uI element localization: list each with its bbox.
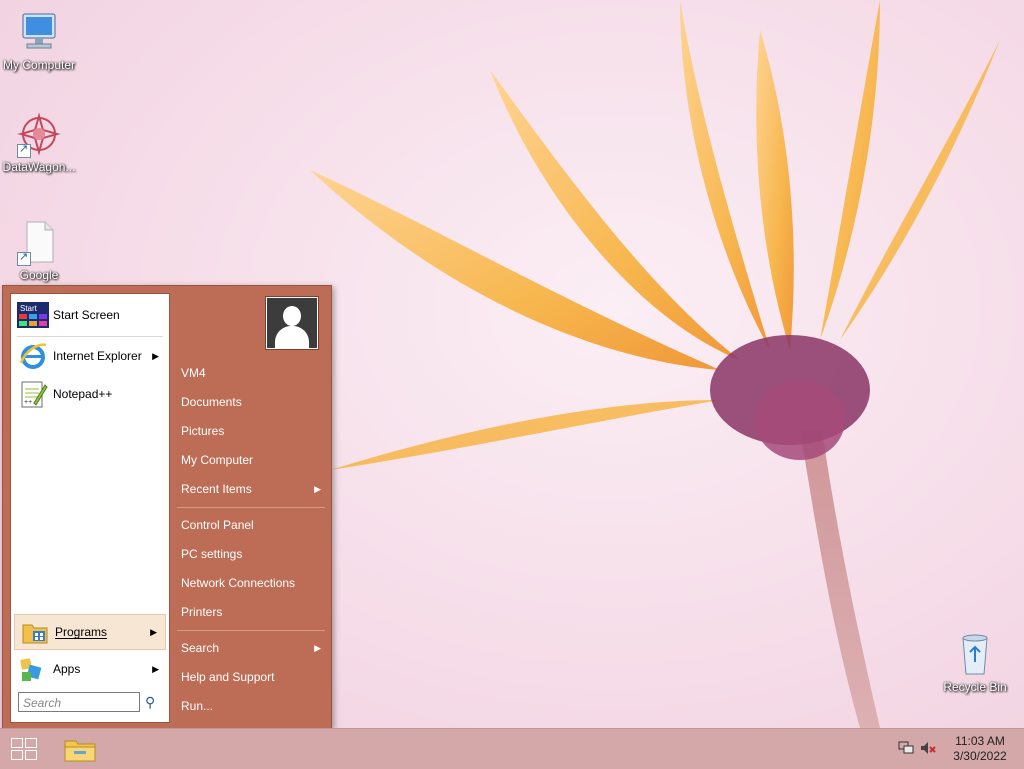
start-menu-search-input[interactable]: Search [18,692,140,712]
notepad-plus-plus-label: Notepad++ [53,387,113,401]
computer-icon [15,8,63,56]
start-menu-link-recent-items[interactable]: Recent Items ▶ [181,477,327,501]
chevron-right-icon: ▶ [314,643,321,653]
taskbar-clock[interactable]: 11:03 AM 3/30/2022 [948,734,1012,764]
start-menu-link-my-computer[interactable]: My Computer [181,448,327,472]
start-screen-label: Start Screen [53,308,120,322]
chevron-right-icon: ▶ [314,484,321,494]
start-menu-link-pictures[interactable]: Pictures [181,419,327,443]
user-avatar[interactable] [265,296,319,350]
separator [177,507,325,508]
start-menu-right-pane: VM4 Documents Pictures My Computer Recen… [173,286,331,728]
svg-text:++: ++ [24,399,32,406]
chevron-right-icon: ▶ [150,626,157,637]
desktop-icon-google[interactable]: Google [0,218,78,282]
internet-explorer-label: Internet Explorer [53,349,142,363]
desktop-icon-label: Google [19,268,59,282]
desktop-icon-label: My Computer [2,58,76,72]
start-menu-item-internet-explorer[interactable]: Internet Explorer ▶ [13,339,167,373]
apps-label: Apps [53,662,81,676]
start-menu-link-help-and-support[interactable]: Help and Support [181,665,327,689]
shortcut-arrow-icon [17,142,31,158]
start-menu-link-printers[interactable]: Printers [181,600,327,624]
separator [177,630,325,631]
start-button[interactable] [10,737,38,761]
programs-folder-icon [19,616,51,648]
notepad-plus-plus-icon: ++ [17,378,49,410]
start-menu-item-programs[interactable]: Programs ▶ [14,614,166,650]
apps-icon [17,653,49,685]
taskbar-file-explorer-button[interactable] [62,733,98,765]
start-menu-link-documents[interactable]: Documents [181,390,327,414]
datawagon-icon [15,110,63,158]
shortcut-arrow-icon [17,250,31,266]
start-menu-left-pane: Start Start Screen Internet Explorer ▶ +… [10,293,170,723]
start-menu-link-search[interactable]: Search ▶ [181,636,327,660]
desktop-icon-label: DataWagon... [2,160,76,174]
start-menu-link-vm4[interactable]: VM4 [181,361,327,385]
start-menu-item-start-screen[interactable]: Start Start Screen [13,298,167,332]
svg-text:Start: Start [20,304,38,313]
chevron-right-icon: ▶ [152,350,159,361]
volume-muted-tray-icon[interactable] [920,741,938,755]
chevron-right-icon: ▶ [152,663,159,674]
start-screen-icon: Start [17,299,49,331]
network-tray-icon[interactable] [898,741,914,755]
desktop-icon-my-computer[interactable]: My Computer [0,8,78,72]
start-menu-item-notepad-plus-plus[interactable]: ++ Notepad++ [13,377,167,411]
search-icon[interactable]: ⚲ [145,694,161,710]
start-menu-link-pc-settings[interactable]: PC settings [181,542,327,566]
user-icon [267,298,317,348]
internet-explorer-icon [17,340,49,372]
desktop-icon-datawagon[interactable]: DataWagon... [0,110,78,174]
file-explorer-icon [64,740,96,762]
desktop-icon-label: Recycle Bin [943,680,1007,694]
taskbar: 11:03 AM 3/30/2022 [0,728,1024,769]
clock-time: 11:03 AM [955,734,1005,748]
clock-date: 3/30/2022 [953,749,1007,763]
start-menu-link-control-panel[interactable]: Control Panel [181,513,327,537]
start-menu-link-run[interactable]: Run... [181,694,327,718]
recycle-bin-icon [951,630,999,678]
separator [17,336,163,337]
start-menu-link-network-connections[interactable]: Network Connections [181,571,327,595]
start-menu: Start Start Screen Internet Explorer ▶ +… [2,285,332,729]
desktop-icon-recycle-bin[interactable]: Recycle Bin [936,630,1014,694]
document-icon [15,218,63,266]
start-menu-item-apps[interactable]: Apps ▶ [13,652,167,686]
programs-label: Programs [55,625,108,639]
